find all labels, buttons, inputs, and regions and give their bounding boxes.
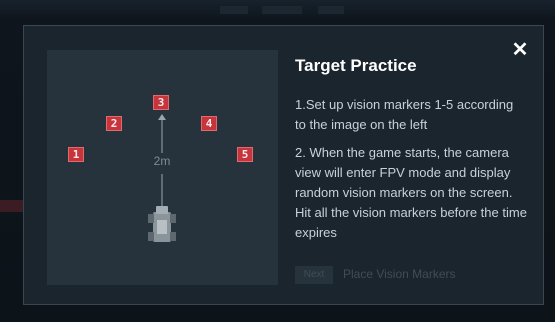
- vision-marker-4: 4: [201, 116, 217, 131]
- instruction-step-2: 2. When the game starts, the camera view…: [295, 145, 527, 240]
- background-element: [318, 6, 344, 14]
- instruction-step-1: 1.Set up vision markers 1-5 according to…: [295, 97, 514, 132]
- vision-marker-2: 2: [106, 116, 122, 131]
- modal-title: Target Practice: [295, 56, 417, 75]
- background-element: [220, 6, 248, 14]
- vision-marker-5: 5: [237, 147, 253, 162]
- close-icon: ✕: [511, 39, 529, 61]
- background-element: [0, 200, 24, 212]
- distance-label: 2m: [153, 154, 171, 168]
- close-button[interactable]: ✕: [508, 38, 532, 62]
- vision-marker-3: 3: [153, 95, 169, 110]
- marker-layout-diagram: 1 2 3 4 5 2m: [47, 50, 278, 285]
- robot-icon: [148, 206, 176, 242]
- background-element: [262, 6, 302, 14]
- vision-marker-1: 1: [68, 147, 84, 162]
- next-section-label: Place Vision Markers: [343, 267, 456, 281]
- instruction-steps: 1.Set up vision markers 1-5 according to…: [295, 95, 527, 251]
- distance-arrow-up: [158, 114, 166, 120]
- next-button[interactable]: Next: [295, 266, 333, 284]
